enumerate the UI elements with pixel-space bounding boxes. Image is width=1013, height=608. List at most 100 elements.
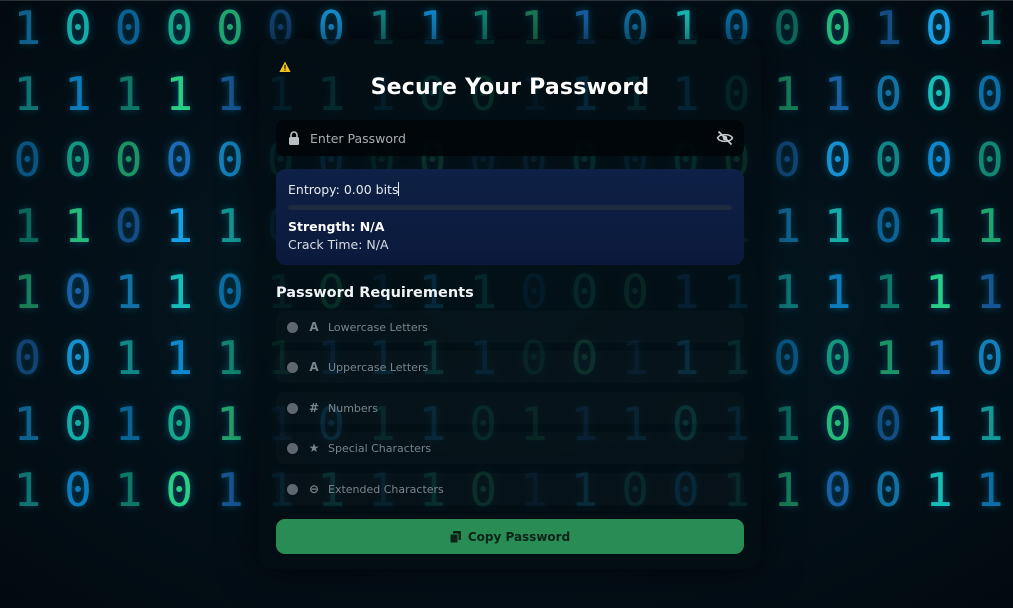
- hash-icon: #: [308, 401, 320, 415]
- binary-digit: 1: [13, 1, 42, 55]
- binary-digit: 1: [114, 331, 143, 385]
- binary-digit: 0: [925, 67, 953, 121]
- binary-digit: 0: [823, 133, 852, 187]
- binary-digit: 1: [874, 265, 903, 319]
- binary-digit: 0: [823, 463, 852, 517]
- binary-digit: 0: [975, 133, 1004, 187]
- requirement-status-dot: [287, 321, 298, 333]
- binary-digit: 1: [925, 265, 953, 319]
- password-input[interactable]: [308, 129, 716, 147]
- binary-digit: 1: [823, 265, 852, 319]
- binary-digit: 1: [975, 265, 1004, 319]
- extended-icon: ⊖: [308, 482, 320, 496]
- requirement-extended: ⊖ Extended Characters: [276, 473, 744, 505]
- password-field[interactable]: [276, 120, 744, 156]
- binary-digit: 0: [874, 67, 903, 121]
- requirement-lowercase: A Lowercase Letters: [276, 311, 744, 343]
- binary-digit: 0: [216, 1, 244, 55]
- requirement-status-dot: [287, 361, 298, 373]
- requirement-label: Extended Characters: [328, 482, 444, 496]
- copy-icon: [449, 530, 461, 543]
- warning-triangle-icon: [279, 61, 291, 72]
- binary-digit: 0: [64, 397, 92, 451]
- binary-digit: 1: [925, 397, 953, 451]
- binary-digit: 1: [13, 397, 42, 451]
- strength-meter: [288, 205, 732, 210]
- binary-digit: 0: [975, 67, 1004, 121]
- binary-digit: 1: [13, 463, 42, 517]
- binary-digit: 1: [216, 199, 244, 253]
- binary-digit: 1: [13, 199, 42, 253]
- binary-digit: 1: [823, 67, 852, 121]
- requirement-special: ★ Special Characters: [276, 432, 744, 464]
- binary-digit: 0: [114, 133, 143, 187]
- binary-digit: 1: [216, 397, 244, 451]
- binary-digit: 0: [64, 331, 92, 385]
- binary-digit: 0: [114, 1, 143, 55]
- requirement-label: Special Characters: [328, 441, 432, 455]
- binary-digit: 1: [165, 331, 194, 385]
- requirements-heading: Password Requirements: [276, 285, 474, 301]
- binary-digit: 1: [874, 1, 903, 55]
- binary-digit: 1: [773, 67, 801, 121]
- binary-digit: 0: [13, 133, 42, 187]
- entropy-panel: Entropy: 0.00 bits Strength: N/A Crack T…: [276, 169, 744, 265]
- copy-password-label: Copy Password: [467, 529, 571, 544]
- binary-digit: 0: [975, 331, 1004, 385]
- lowercase-icon: A: [309, 320, 319, 334]
- binary-digit: 0: [823, 1, 852, 55]
- binary-digit: 1: [925, 463, 953, 517]
- eye-slash-icon[interactable]: [716, 130, 734, 146]
- uppercase-icon: A: [309, 360, 319, 374]
- binary-digit: 1: [773, 265, 801, 319]
- binary-digit: 1: [165, 67, 194, 121]
- binary-digit: 0: [874, 397, 903, 451]
- binary-digit: 1: [64, 67, 92, 121]
- requirement-uppercase: A Uppercase Letters: [276, 351, 744, 383]
- binary-digit: 1: [64, 199, 92, 253]
- binary-digit: 0: [874, 133, 903, 187]
- crack-time-label: Crack Time: N/A: [288, 237, 389, 252]
- requirement-label: Uppercase Letters: [328, 360, 429, 374]
- binary-digit: 0: [823, 331, 852, 385]
- binary-digit: 1: [13, 265, 42, 319]
- requirement-label: Lowercase Letters: [328, 320, 428, 334]
- binary-digit: 1: [165, 199, 194, 253]
- binary-digit: 0: [216, 265, 244, 319]
- requirement-label: Numbers: [328, 401, 378, 415]
- binary-digit: 1: [114, 397, 143, 451]
- requirement-status-dot: [287, 483, 298, 495]
- requirement-status-dot: [287, 442, 298, 454]
- binary-digit: 0: [165, 133, 194, 187]
- binary-digit: 1: [975, 463, 1004, 517]
- binary-digit: 1: [975, 397, 1004, 451]
- copy-password-button[interactable]: Copy Password: [276, 519, 744, 554]
- binary-digit: 0: [114, 199, 143, 253]
- binary-digit: 0: [64, 1, 92, 55]
- binary-digit: 1: [823, 199, 852, 253]
- binary-digit: 0: [13, 331, 42, 385]
- lock-icon: [289, 131, 299, 145]
- binary-digit: 1: [773, 199, 801, 253]
- binary-digit: 1: [165, 265, 194, 319]
- binary-digit: 0: [165, 463, 194, 517]
- binary-digit: 0: [64, 265, 92, 319]
- binary-digit: 1: [114, 463, 143, 517]
- requirement-status-dot: [287, 402, 298, 414]
- binary-digit: 0: [925, 133, 953, 187]
- password-card: Secure Your Password Entropy: 0.00 bits …: [259, 39, 761, 569]
- binary-digit: 0: [64, 463, 92, 517]
- app-background: 1101101101010000010011110101110001010111…: [0, 0, 1013, 608]
- binary-digit: 0: [773, 1, 801, 55]
- binary-digit: 1: [925, 331, 953, 385]
- binary-digit: 1: [216, 331, 244, 385]
- binary-digit: 1: [975, 199, 1004, 253]
- binary-digit: 0: [165, 1, 194, 55]
- binary-digit: 0: [874, 463, 903, 517]
- page-title: Secure Your Password: [370, 75, 650, 100]
- binary-digit: 1: [114, 265, 143, 319]
- binary-digit: 1: [874, 331, 903, 385]
- binary-digit: 1: [925, 199, 953, 253]
- binary-digit: 1: [773, 397, 801, 451]
- requirement-numbers: # Numbers: [276, 392, 744, 424]
